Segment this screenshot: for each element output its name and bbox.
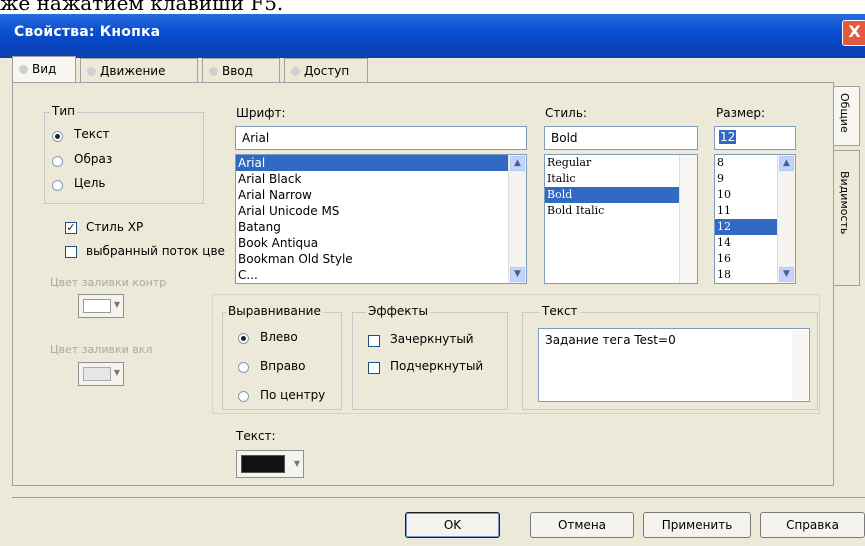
scroll-up-icon[interactable]: ▲ <box>510 156 525 171</box>
size-scrollbar[interactable]: ▲ ▼ <box>777 155 795 283</box>
strikethrough-checkbox[interactable] <box>368 335 380 347</box>
caption-fragment: же нажатием клавиши F5. <box>0 0 865 14</box>
tab-dot-icon <box>291 67 300 76</box>
tab-access[interactable]: Доступ <box>284 58 368 82</box>
text-input[interactable]: Задание тега Test=0 <box>538 328 810 402</box>
effects-group-title: Эффекты <box>366 304 430 318</box>
font-input[interactable]: Arial <box>235 126 527 150</box>
cancel-button[interactable]: Отмена <box>530 512 634 538</box>
tab-label: Вид <box>32 62 57 76</box>
text-group-title: Текст <box>540 304 580 318</box>
fill-color-label-2: Цвет заливки вкл <box>50 343 153 356</box>
font-scrollbar[interactable]: ▲ ▼ <box>508 155 526 283</box>
type-text-label: Текст <box>74 127 110 141</box>
scroll-up-icon[interactable]: ▲ <box>779 156 794 171</box>
tab-movement[interactable]: Движение <box>80 58 198 82</box>
style-items: Regular Italic Bold Bold Italic <box>545 155 697 219</box>
text-scrollbar[interactable] <box>792 330 808 400</box>
list-item[interactable]: Italic <box>545 171 697 187</box>
style-xp-checkbox[interactable]: ✓ <box>65 222 77 234</box>
tab-dot-icon <box>19 65 28 74</box>
list-item[interactable]: Book Antiqua <box>236 235 526 251</box>
type-target-label: Цель <box>74 176 106 190</box>
font-items: Arial Arial Black Arial Narrow Arial Unicod… <box>236 155 526 283</box>
list-item[interactable]: C... <box>236 267 526 283</box>
list-item[interactable]: Arial Narrow <box>236 187 526 203</box>
font-label: Шрифт: <box>236 106 286 120</box>
size-value: 12 <box>719 130 737 144</box>
side-tab-label: Видимость <box>838 171 851 235</box>
ok-button[interactable]: OK <box>405 512 500 538</box>
font-list[interactable]: Arial Arial Black Arial Narrow Arial Unicod… <box>235 154 527 284</box>
style-label: Стиль: <box>545 106 587 120</box>
list-item[interactable]: Bold <box>545 187 697 203</box>
list-item[interactable]: Bookman Old Style <box>236 251 526 267</box>
side-tab-general[interactable]: Общие <box>834 86 860 146</box>
color-swatch <box>241 455 285 473</box>
dropdown-arrow-icon: ▼ <box>113 368 120 377</box>
selected-flow-label: выбранный поток цве <box>86 244 225 258</box>
style-input[interactable]: Bold <box>544 126 698 150</box>
list-item[interactable]: Regular <box>545 155 697 171</box>
align-center-radio[interactable] <box>238 391 249 402</box>
fill-color-picker-1[interactable]: ▼ <box>78 294 124 318</box>
align-center-label: По центру <box>260 388 326 402</box>
apply-button[interactable]: Применить <box>643 512 751 538</box>
tab-dot-icon <box>209 67 218 76</box>
strikethrough-label: Зачеркнутый <box>390 332 474 346</box>
list-item[interactable]: Arial <box>236 155 526 171</box>
size-list[interactable]: 8 9 10 11 12 14 16 18 ▲ ▼ <box>714 154 796 284</box>
style-list[interactable]: Regular Italic Bold Bold Italic <box>544 154 698 284</box>
scroll-down-icon[interactable]: ▼ <box>779 267 794 282</box>
list-item[interactable]: Arial Black <box>236 171 526 187</box>
fill-color-picker-2[interactable]: ▼ <box>78 362 124 386</box>
size-input[interactable]: 12 <box>714 126 796 150</box>
align-right-label: Вправо <box>260 359 306 373</box>
fill-color-label-1: Цвет заливки контр <box>50 276 167 289</box>
align-right-radio[interactable] <box>238 362 249 373</box>
side-tab-visibility[interactable]: Видимость <box>834 150 860 286</box>
separator <box>12 497 865 498</box>
list-item[interactable]: Batang <box>236 219 526 235</box>
tab-label: Движение <box>100 64 166 78</box>
text-color-label: Текст: <box>236 429 276 443</box>
type-text-radio[interactable] <box>52 131 63 142</box>
caption-text: же нажатием клавиши F5. <box>0 0 284 14</box>
list-item[interactable]: Arial Unicode MS <box>236 203 526 219</box>
underline-label: Подчеркнутый <box>390 359 484 373</box>
type-image-radio[interactable] <box>52 156 63 167</box>
tab-input[interactable]: Ввод <box>202 58 280 82</box>
type-target-radio[interactable] <box>52 180 63 191</box>
side-tab-label: Общие <box>838 93 851 133</box>
color-swatch <box>83 367 111 381</box>
selected-flow-checkbox[interactable] <box>65 246 77 258</box>
type-group <box>44 112 204 204</box>
type-group-title: Тип <box>50 104 77 118</box>
style-xp-label: Стиль XP <box>86 220 144 234</box>
scroll-down-icon[interactable]: ▼ <box>510 267 525 282</box>
align-left-label: Влево <box>260 330 298 344</box>
close-button[interactable]: X <box>842 20 865 46</box>
tab-label: Ввод <box>222 64 253 78</box>
text-value: Задание тега Test=0 <box>545 333 676 347</box>
dropdown-arrow-icon: ▼ <box>113 300 120 309</box>
text-color-picker[interactable]: ▼ <box>236 450 304 478</box>
tab-view[interactable]: Вид <box>12 56 76 82</box>
style-scrollbar[interactable] <box>679 155 697 283</box>
list-item[interactable]: Bold Italic <box>545 203 697 219</box>
size-label: Размер: <box>716 106 766 120</box>
tab-dot-icon <box>87 67 96 76</box>
dropdown-arrow-icon: ▼ <box>293 459 300 468</box>
align-left-radio[interactable] <box>238 333 249 344</box>
tab-label: Доступ <box>304 64 350 78</box>
type-image-label: Образ <box>74 152 113 166</box>
help-button[interactable]: Справка <box>760 512 865 538</box>
color-swatch <box>83 299 111 313</box>
window-title: Свойства: Кнопка <box>14 24 161 40</box>
align-group-title: Выравнивание <box>226 304 323 318</box>
underline-checkbox[interactable] <box>368 362 380 374</box>
